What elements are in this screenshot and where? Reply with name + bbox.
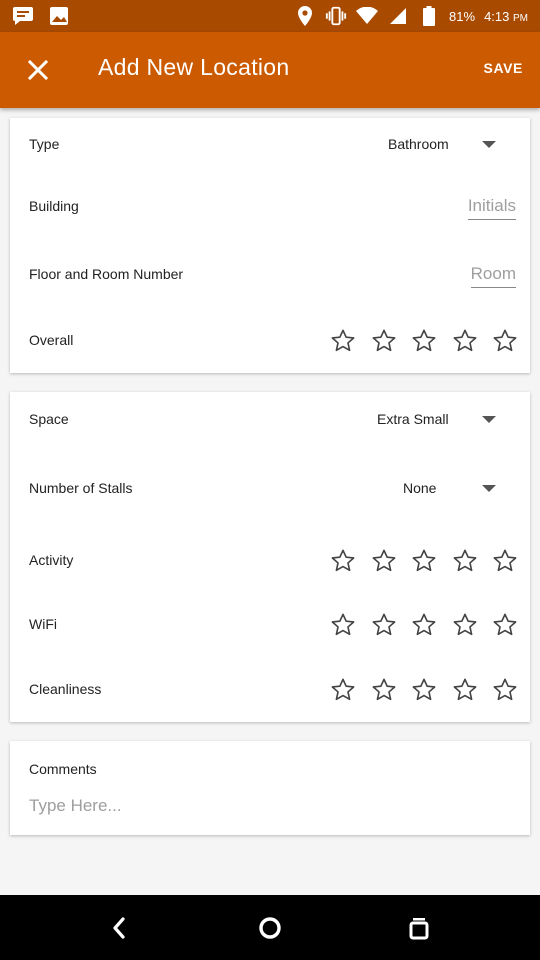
activity-rating <box>323 547 526 575</box>
star-icon[interactable] <box>364 676 405 704</box>
stalls-label: Number of Stalls <box>29 480 133 496</box>
recents-icon[interactable] <box>403 912 435 944</box>
stalls-dropdown[interactable]: None <box>390 480 510 500</box>
app-bar: Add New Location SAVE <box>0 32 540 108</box>
comments-card: Comments Type Here... <box>10 741 530 835</box>
comments-label: Comments <box>29 761 97 777</box>
space-value: Extra Small <box>377 411 449 427</box>
overall-rating <box>323 327 526 355</box>
cleanliness-row: Cleanliness <box>10 676 530 704</box>
building-label: Building <box>29 198 79 214</box>
chevron-down-icon <box>482 416 496 423</box>
wifi-rating <box>323 611 526 639</box>
star-icon[interactable] <box>485 611 526 639</box>
vibrate-icon <box>325 5 347 27</box>
floor-room-row: Floor and Room Number Room <box>10 264 530 294</box>
page-title: Add New Location <box>98 54 290 80</box>
home-icon[interactable] <box>254 912 286 944</box>
type-row: Type Bathroom <box>10 136 530 156</box>
message-notification-icon <box>12 5 34 27</box>
clock: 4:13 PM <box>484 8 528 24</box>
star-icon[interactable] <box>323 327 364 355</box>
stalls-row: Number of Stalls None <box>10 480 530 500</box>
star-icon[interactable] <box>485 327 526 355</box>
building-input[interactable]: Initials <box>467 196 516 220</box>
signal-icon <box>387 5 409 27</box>
star-icon[interactable] <box>404 676 445 704</box>
wifi-row: WiFi <box>10 611 530 639</box>
star-icon[interactable] <box>485 547 526 575</box>
image-notification-icon <box>48 5 70 27</box>
wifi-label: WiFi <box>29 616 57 632</box>
cleanliness-rating <box>323 676 526 704</box>
star-icon[interactable] <box>404 327 445 355</box>
floor-room-label: Floor and Room Number <box>29 266 184 282</box>
overall-row: Overall <box>10 327 530 355</box>
star-icon[interactable] <box>445 676 486 704</box>
type-value: Bathroom <box>388 136 449 152</box>
star-icon[interactable] <box>364 327 405 355</box>
star-icon[interactable] <box>404 547 445 575</box>
building-row: Building Initials <box>10 196 530 226</box>
type-label: Type <box>29 136 60 152</box>
star-icon[interactable] <box>485 676 526 704</box>
star-icon[interactable] <box>445 611 486 639</box>
star-icon[interactable] <box>323 611 364 639</box>
room-input[interactable]: Room <box>470 264 516 288</box>
close-icon[interactable] <box>22 54 54 86</box>
star-icon[interactable] <box>364 547 405 575</box>
location-icon <box>294 5 316 27</box>
chevron-down-icon <box>482 485 496 492</box>
battery-percent: 81% <box>449 8 476 24</box>
star-icon[interactable] <box>445 327 486 355</box>
activity-label: Activity <box>29 552 74 568</box>
chevron-down-icon <box>482 141 496 148</box>
wifi-icon <box>356 5 379 27</box>
stalls-value: None <box>403 480 437 496</box>
star-icon[interactable] <box>323 676 364 704</box>
location-details-card: Type Bathroom Building Initials Floor an… <box>10 118 530 373</box>
navigation-bar <box>0 895 540 960</box>
star-icon[interactable] <box>364 611 405 639</box>
save-button[interactable]: SAVE <box>484 60 524 76</box>
star-icon[interactable] <box>323 547 364 575</box>
space-label: Space <box>29 411 69 427</box>
activity-row: Activity <box>10 547 530 575</box>
battery-icon <box>418 5 440 27</box>
space-dropdown[interactable]: Extra Small <box>370 411 510 431</box>
star-icon[interactable] <box>404 611 445 639</box>
status-bar: 81% 4:13 PM <box>0 0 540 32</box>
back-icon[interactable] <box>103 912 135 944</box>
star-icon[interactable] <box>445 547 486 575</box>
cleanliness-label: Cleanliness <box>29 681 102 697</box>
type-dropdown[interactable]: Bathroom <box>380 136 510 156</box>
space-details-card: Space Extra Small Number of Stalls None … <box>10 392 530 722</box>
comments-input[interactable]: Type Here... <box>29 796 509 816</box>
overall-label: Overall <box>29 332 74 348</box>
space-row: Space Extra Small <box>10 411 530 431</box>
